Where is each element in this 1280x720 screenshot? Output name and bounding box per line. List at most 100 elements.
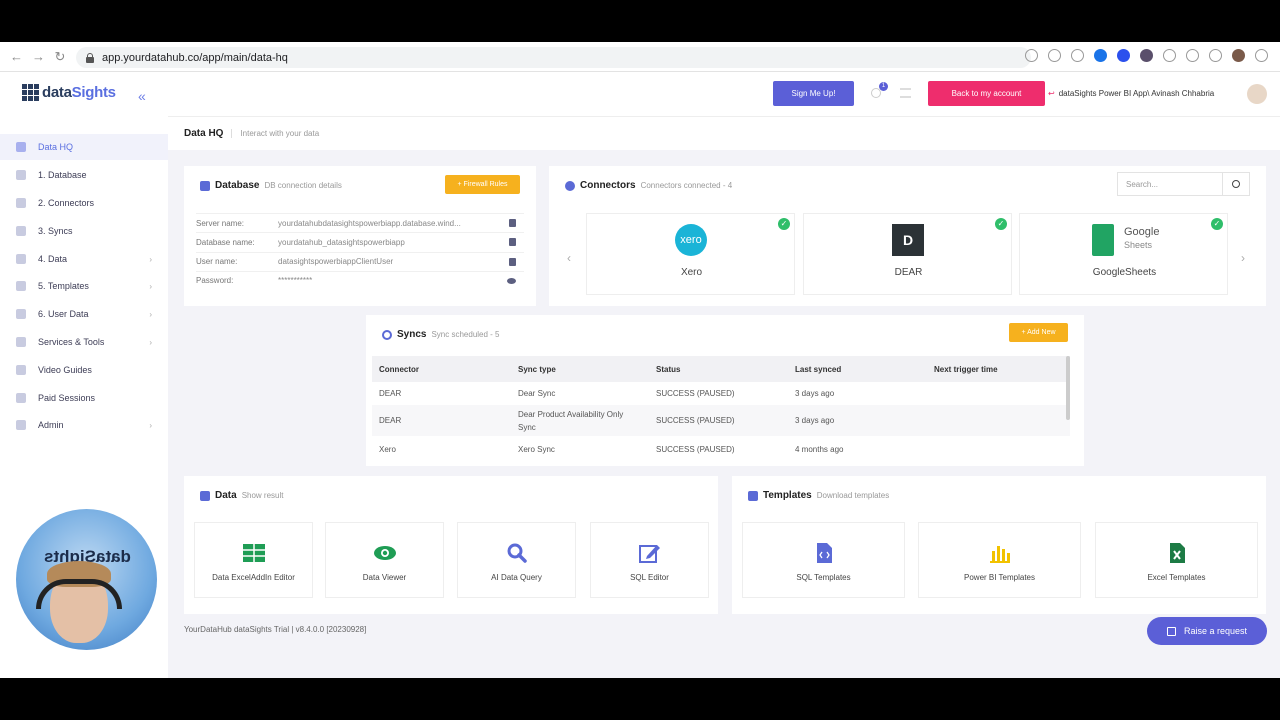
- table-row[interactable]: DEAR Dear Product Availability Only Sync S…: [372, 405, 1070, 436]
- avatar[interactable]: [1247, 84, 1267, 104]
- return-arrow-icon: ↩: [1048, 89, 1055, 98]
- sidebar-item[interactable]: Data HQ: [0, 134, 168, 160]
- star-icon[interactable]: [1071, 49, 1084, 62]
- add-new-button[interactable]: + Add New: [1009, 323, 1068, 342]
- connector-card-xero[interactable]: xero Xero ✓: [586, 213, 795, 295]
- table-cell: Xero Sync: [518, 444, 555, 454]
- address-bar[interactable]: app.yourdatahub.co/app/main/data-hq: [76, 47, 1031, 68]
- templates-title: Templates: [763, 490, 812, 501]
- template-tile[interactable]: Excel Templates: [1095, 522, 1258, 598]
- forward-arrow-icon[interactable]: →: [32, 50, 45, 63]
- bar-chart-icon: [989, 546, 1010, 563]
- column-header[interactable]: Sync type: [518, 356, 556, 382]
- sidebar-item-label: Services & Tools: [38, 337, 105, 347]
- chevron-right-icon: ›: [149, 337, 152, 347]
- share-icon[interactable]: [1048, 49, 1061, 62]
- db-detail-row: Database name: yourdatahub_datasightspowe…: [196, 232, 524, 251]
- db-detail-row: Password: ***********: [196, 270, 524, 290]
- db-detail-row: User name: datasightspowerbiappClientUser: [196, 251, 524, 271]
- carousel-prev-icon[interactable]: ‹: [567, 251, 571, 265]
- table-cell: Dear Product Availability Only Sync: [518, 409, 624, 432]
- search-input[interactable]: Search...: [1117, 172, 1223, 196]
- puzzle-icon[interactable]: [1163, 49, 1176, 62]
- data-tile[interactable]: AI Data Query: [457, 522, 576, 598]
- tile-label: SQL Editor: [630, 573, 669, 582]
- sidebar-item-label: 2. Connectors: [38, 198, 95, 208]
- sidepanel-icon[interactable]: [1209, 49, 1222, 62]
- sidebar-item[interactable]: 6. User Data ›: [0, 301, 168, 327]
- data-tile[interactable]: Data ExcelAddIn Editor: [194, 522, 313, 598]
- search-placeholder: Search...: [1126, 179, 1159, 189]
- db-detail-key: Server name:: [196, 218, 245, 228]
- chevron-right-icon: ›: [149, 420, 152, 430]
- search-button[interactable]: [1223, 172, 1250, 196]
- connector-card-googlesheets[interactable]: Google Sheets GoogleSheets ✓: [1019, 213, 1228, 295]
- sidebar-item-label: 1. Database: [38, 170, 87, 180]
- sidebar-item[interactable]: 1. Database: [0, 162, 168, 188]
- logo-mark-icon: [22, 84, 39, 101]
- db-detail-key: User name:: [196, 257, 238, 267]
- database-icon: [200, 180, 210, 191]
- user-label[interactable]: ↩ dataSights Power BI App\ Avinash Chhabr…: [1048, 89, 1214, 98]
- sidebar-item[interactable]: 4. Data ›: [0, 246, 168, 272]
- connector-card-dear[interactable]: D DEAR ✓: [803, 213, 1012, 295]
- table-cell: SUCCESS (PAUSED): [656, 389, 735, 398]
- zoom-icon[interactable]: [1025, 49, 1038, 62]
- edit-icon: [1166, 626, 1176, 636]
- database-icon: [16, 170, 26, 180]
- extension-icon[interactable]: [1140, 49, 1153, 62]
- eye-icon: [373, 546, 396, 560]
- sidebar-item[interactable]: Services & Tools ›: [0, 329, 168, 355]
- connector-name: DEAR: [894, 267, 923, 278]
- collapse-sidebar-icon[interactable]: «: [138, 88, 146, 104]
- data-tile[interactable]: SQL Editor: [590, 522, 709, 598]
- page-title: Data HQ: [184, 128, 224, 139]
- chevron-right-icon: ›: [149, 309, 152, 319]
- data-tile[interactable]: Data Viewer: [325, 522, 444, 598]
- list-icon[interactable]: [900, 88, 911, 98]
- logo[interactable]: dataSights: [22, 84, 116, 101]
- extension-icon[interactable]: [1117, 49, 1130, 62]
- column-header[interactable]: Last synced: [795, 356, 841, 382]
- column-header[interactable]: Next trigger time: [934, 356, 998, 382]
- scrollbar[interactable]: [1066, 356, 1070, 420]
- sidebar-item[interactable]: Admin ›: [0, 412, 168, 438]
- sidebar-item[interactable]: Paid Sessions: [0, 385, 168, 411]
- syncs-card: Syncs Sync scheduled - 5 + Add New Conne…: [366, 315, 1084, 466]
- table-row[interactable]: Xero Xero Sync SUCCESS (PAUSED) 4 months ag…: [372, 436, 1070, 462]
- app: dataSights « Data HQ 1. Database 2. Connec…: [0, 72, 1280, 678]
- url-text: app.yourdatahub.co/app/main/data-hq: [102, 51, 288, 64]
- carousel-next-icon[interactable]: ›: [1241, 251, 1245, 265]
- firewall-rules-button[interactable]: + Firewall Rules: [445, 175, 520, 194]
- sidebar-item[interactable]: 5. Templates ›: [0, 273, 168, 299]
- menu-icon[interactable]: [1255, 49, 1268, 62]
- eye-icon[interactable]: [507, 277, 516, 284]
- profile-avatar[interactable]: [1232, 49, 1245, 62]
- table-cell: Xero: [379, 444, 396, 454]
- copy-icon[interactable]: [509, 257, 516, 266]
- dear-logo-icon: D: [892, 224, 924, 256]
- sidebar-item[interactable]: 3. Syncs: [0, 218, 168, 244]
- download-icon[interactable]: [1186, 49, 1199, 62]
- template-tile[interactable]: SQL Templates: [742, 522, 905, 598]
- copy-icon[interactable]: [509, 219, 516, 227]
- copy-icon[interactable]: [509, 238, 516, 247]
- reload-icon[interactable]: ↻: [54, 50, 66, 63]
- sign-up-button[interactable]: Sign Me Up!: [773, 81, 854, 106]
- table-cell: 3 days ago: [795, 389, 835, 398]
- sidebar-item-label: 3. Syncs: [38, 226, 73, 236]
- table-row[interactable]: DEAR Dear Sync SUCCESS (PAUSED) 3 days ago: [372, 382, 1070, 405]
- tile-icon: [1166, 543, 1188, 563]
- back-to-account-button[interactable]: Back to my account: [928, 81, 1045, 106]
- template-icon: [16, 281, 26, 291]
- column-header[interactable]: Connector: [379, 356, 419, 382]
- database-title: Database: [215, 180, 260, 191]
- extension-icon[interactable]: [1094, 49, 1107, 62]
- raise-request-button[interactable]: Raise a request: [1147, 617, 1267, 645]
- db-detail-value: yourdatahubdatasightspowerbiapp.database…: [278, 218, 461, 228]
- sidebar-item[interactable]: Video Guides: [0, 357, 168, 383]
- back-arrow-icon[interactable]: ←: [10, 50, 23, 63]
- sidebar-item[interactable]: 2. Connectors: [0, 190, 168, 216]
- template-tile[interactable]: Power BI Templates: [918, 522, 1081, 598]
- column-header[interactable]: Status: [656, 356, 680, 382]
